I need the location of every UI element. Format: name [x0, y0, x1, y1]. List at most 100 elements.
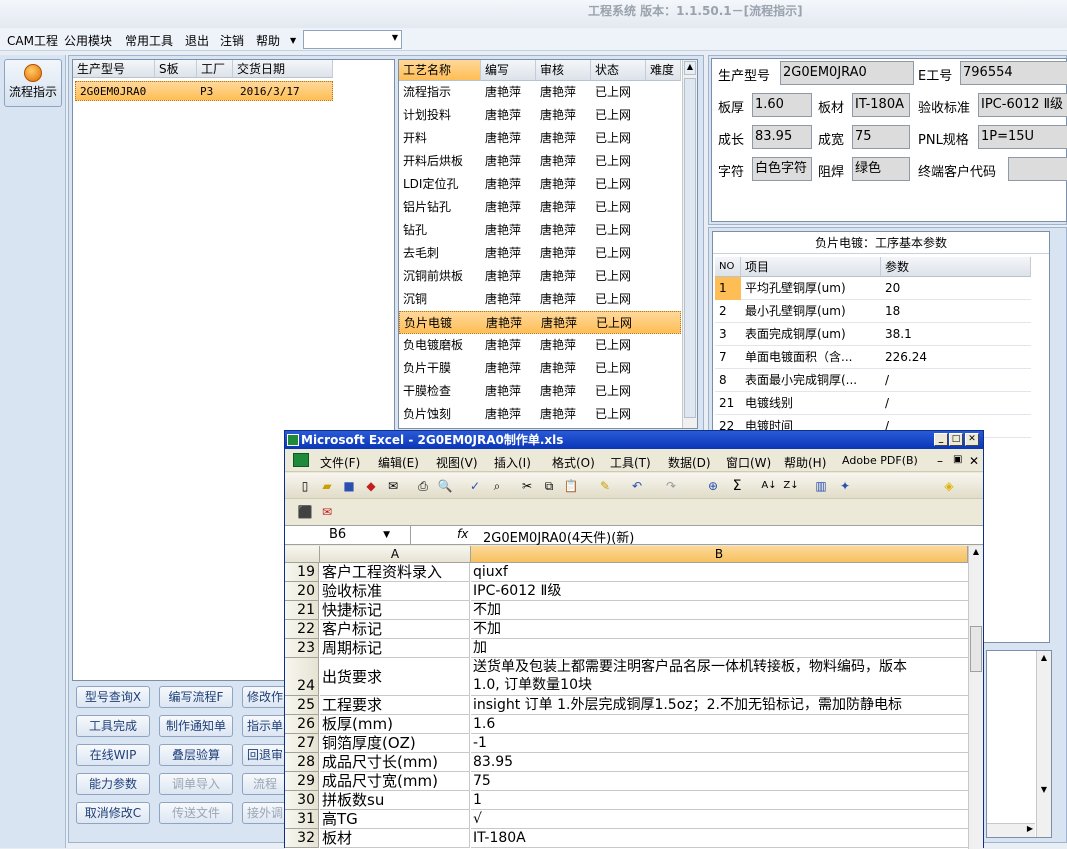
- cell-a[interactable]: 客户标记: [320, 620, 470, 639]
- table-row[interactable]: 流程指示 唐艳萍 唐艳萍 已上网: [399, 81, 681, 104]
- copy-icon[interactable]: ⧉: [541, 478, 557, 494]
- field-model[interactable]: 2G0EM0JRA0: [780, 61, 914, 85]
- doc-minimize-icon[interactable]: –: [937, 454, 943, 468]
- table-row[interactable]: 1 平均孔壁铜厚(um) 20: [715, 277, 1031, 300]
- print-icon[interactable]: ⎙: [415, 478, 431, 494]
- row-header[interactable]: 27: [285, 734, 319, 753]
- field-eno[interactable]: 796554: [960, 61, 1067, 85]
- cell-b[interactable]: 75: [471, 772, 968, 791]
- chart-icon[interactable]: ▥: [813, 478, 829, 494]
- orders-col-model[interactable]: 生产型号: [73, 60, 155, 78]
- redo-icon[interactable]: ↷: [663, 478, 679, 494]
- cell-b[interactable]: 1: [471, 791, 968, 810]
- table-row[interactable]: 开料后烘板 唐艳萍 唐艳萍 已上网: [399, 150, 681, 173]
- table-row[interactable]: 去毛刺 唐艳萍 唐艳萍 已上网: [399, 242, 681, 265]
- cell-a[interactable]: 快捷标记: [320, 601, 470, 620]
- maximize-icon[interactable]: □: [949, 433, 963, 446]
- field-wid[interactable]: 75: [852, 125, 910, 149]
- close-icon[interactable]: ✕: [965, 433, 979, 446]
- action-button[interactable]: 工具完成: [76, 715, 150, 737]
- cell-a[interactable]: 板厚(mm): [320, 715, 470, 734]
- menu-dropdown[interactable]: ▼: [303, 30, 402, 49]
- table-row[interactable]: 2G0EM0JRA0 P3 2016/3/17: [75, 81, 333, 101]
- process-col-status[interactable]: 状态: [591, 60, 646, 81]
- aux-scrollbar[interactable]: ▲ ▼: [1036, 651, 1051, 837]
- menu-help[interactable]: 帮助: [256, 32, 280, 49]
- cell-b[interactable]: 不加: [471, 601, 968, 620]
- undo-icon[interactable]: ↶: [629, 478, 645, 494]
- paste-icon[interactable]: 📋: [563, 478, 579, 494]
- action-button[interactable]: 修改作: [242, 686, 288, 708]
- action-button[interactable]: 制作通知单: [159, 715, 233, 737]
- table-row[interactable]: 铝片钻孔 唐艳萍 唐艳萍 已上网: [399, 196, 681, 219]
- autosum-icon[interactable]: Σ: [729, 478, 745, 494]
- cell-a[interactable]: 出货要求: [320, 658, 470, 696]
- table-row[interactable]: 开料 唐艳萍 唐艳萍 已上网: [399, 127, 681, 150]
- table-row[interactable]: 计划投料 唐艳萍 唐艳萍 已上网: [399, 104, 681, 127]
- workbook-icon[interactable]: [293, 453, 309, 467]
- row-header[interactable]: 21: [285, 601, 319, 620]
- mail-icon[interactable]: ✉: [385, 478, 401, 494]
- row-header[interactable]: 19: [285, 563, 319, 582]
- field-mask[interactable]: 绿色: [852, 157, 910, 181]
- params-col-value[interactable]: 参数: [881, 257, 1031, 277]
- process-col-author[interactable]: 编写: [481, 60, 536, 81]
- menu-logout[interactable]: 注销: [220, 32, 244, 49]
- format-painter-icon[interactable]: ✎: [597, 478, 613, 494]
- cell-b[interactable]: insight 订单 1.外层完成铜厚1.5oz；2.不加无铅标记，需加防静电标: [471, 696, 968, 715]
- research-icon[interactable]: ⌕: [489, 478, 505, 494]
- row-header[interactable]: 20: [285, 582, 319, 601]
- cell-a[interactable]: 验收标准: [320, 582, 470, 601]
- params-col-item[interactable]: 项目: [741, 257, 881, 277]
- table-row[interactable]: 钻孔 唐艳萍 唐艳萍 已上网: [399, 219, 681, 242]
- field-thick[interactable]: 1.60: [752, 93, 812, 117]
- field-cust[interactable]: [1008, 157, 1067, 181]
- table-row[interactable]: 沉铜前烘板 唐艳萍 唐艳萍 已上网: [399, 265, 681, 288]
- flow-guide-button[interactable]: 流程指示: [4, 59, 62, 107]
- action-button[interactable]: 叠层验算: [159, 744, 233, 766]
- cell-b[interactable]: 送货单及包装上都需要注明客户品名尿一体机转接板，物料编码，版本 1.0, 订单数量…: [471, 658, 968, 696]
- cell-b[interactable]: 不加: [471, 620, 968, 639]
- process-scrollbar[interactable]: ▲: [682, 60, 697, 428]
- cell-b[interactable]: IT-180A: [471, 829, 968, 848]
- action-button[interactable]: 传送文件: [159, 802, 233, 824]
- cell-a[interactable]: 客户工程资料录入: [320, 563, 470, 582]
- cut-icon[interactable]: ✂: [519, 478, 535, 494]
- col-header-a[interactable]: A: [320, 546, 471, 563]
- scroll-up-icon[interactable]: ▲: [684, 61, 696, 75]
- cell-a[interactable]: 成品尺寸长(mm): [320, 753, 470, 772]
- minimize-icon[interactable]: _: [934, 433, 948, 446]
- row-header[interactable]: 31: [285, 810, 319, 829]
- cell-a[interactable]: 板材: [320, 829, 470, 848]
- sort-asc-icon[interactable]: A↓: [761, 478, 777, 494]
- excel-menu-tools[interactable]: 工具(T): [610, 454, 651, 471]
- scroll-up-icon[interactable]: ▲: [970, 547, 982, 561]
- action-button[interactable]: 能力参数: [76, 773, 150, 795]
- process-col-reviewer[interactable]: 审核: [536, 60, 591, 81]
- excel-menu-file[interactable]: 文件(F): [320, 454, 360, 471]
- aux-hscrollbar[interactable]: ▶: [987, 823, 1035, 837]
- excel-menu-view[interactable]: 视图(V): [436, 454, 478, 471]
- params-col-no[interactable]: NO: [715, 257, 741, 277]
- table-row[interactable]: 负片蚀刻 唐艳萍 唐艳萍 已上网: [399, 403, 681, 426]
- excel-menu-edit[interactable]: 编辑(E): [378, 454, 419, 471]
- table-row[interactable]: 7 单面电镀面积（含... 226.24: [715, 346, 1031, 369]
- new-icon[interactable]: ▯: [297, 478, 313, 494]
- cell-a[interactable]: 成品尺寸宽(mm): [320, 772, 470, 791]
- cell-b[interactable]: √: [471, 810, 968, 829]
- scroll-right-icon[interactable]: ▶: [1027, 824, 1033, 833]
- action-button[interactable]: 接外调: [242, 802, 288, 824]
- scroll-down-icon[interactable]: ▼: [1038, 785, 1050, 799]
- open-icon[interactable]: ▰: [319, 478, 335, 494]
- select-all-corner[interactable]: [285, 546, 320, 563]
- field-pnl[interactable]: 1P=15U: [978, 125, 1067, 149]
- cell-b[interactable]: -1: [471, 734, 968, 753]
- table-row[interactable]: 8 表面最小完成铜厚(... /: [715, 369, 1031, 392]
- drawing-icon[interactable]: ✦: [837, 478, 853, 494]
- sort-desc-icon[interactable]: Z↓: [783, 478, 799, 494]
- pdf-convert-icon[interactable]: ⬛: [297, 504, 313, 520]
- menu-exit[interactable]: 退出: [185, 32, 209, 49]
- spelling-icon[interactable]: ✓: [467, 478, 483, 494]
- row-header[interactable]: 29: [285, 772, 319, 791]
- field-mat[interactable]: IT-180A: [852, 93, 910, 117]
